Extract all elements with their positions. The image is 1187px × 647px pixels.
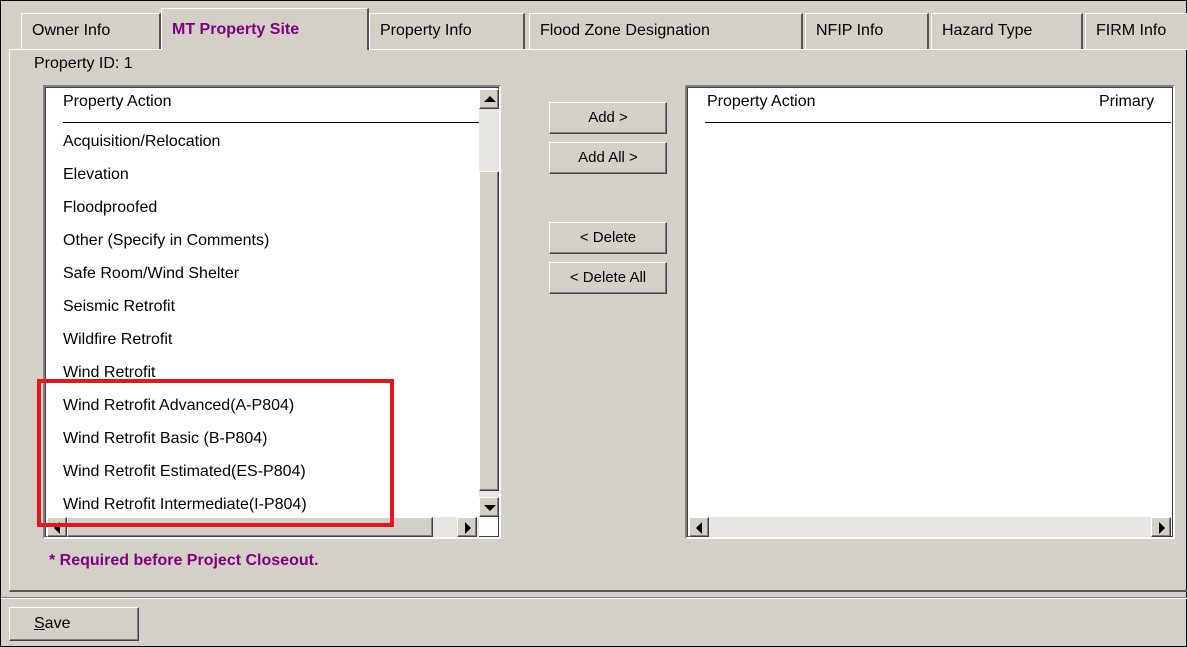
- list-item[interactable]: Wind Retrofit Intermediate(I-P804): [63, 496, 307, 514]
- list-item[interactable]: Wildfire Retrofit: [63, 331, 172, 349]
- triangle-down-icon: [484, 505, 496, 511]
- list-item[interactable]: Wind Retrofit Advanced(A-P804): [63, 397, 294, 415]
- property-id-label: Property ID: 1: [34, 55, 133, 72]
- delete-all-button[interactable]: < Delete All: [549, 262, 667, 294]
- save-mnemonic: S: [34, 615, 45, 632]
- list-item[interactable]: Safe Room/Wind Shelter: [63, 265, 239, 283]
- scroll-thumb[interactable]: [479, 171, 499, 491]
- tab-property-info[interactable]: Property Info: [369, 13, 525, 49]
- selected-list-header-action: Property Action: [707, 93, 816, 110]
- tab-nfip-info[interactable]: NFIP Info: [805, 13, 929, 49]
- list-item[interactable]: Acquisition/Relocation: [63, 133, 220, 151]
- selected-list-hscrollbar[interactable]: [689, 517, 1171, 537]
- list-item[interactable]: Elevation: [63, 166, 129, 184]
- save-label-rest: ave: [44, 615, 71, 632]
- property-site-window: Owner Info MT Property Site Property Inf…: [0, 0, 1187, 647]
- list-item[interactable]: Floodproofed: [63, 199, 157, 217]
- scroll-right-button[interactable]: [1151, 517, 1171, 537]
- scroll-left-button[interactable]: [47, 517, 67, 537]
- triangle-left-icon: [696, 522, 702, 534]
- tab-owner-info[interactable]: Owner Info: [21, 13, 161, 49]
- header-divider: [705, 122, 1171, 123]
- scroll-down-button[interactable]: [479, 497, 499, 517]
- list-item[interactable]: Wind Retrofit: [63, 364, 155, 382]
- list-item[interactable]: Seismic Retrofit: [63, 298, 175, 316]
- tab-flood-zone-designation[interactable]: Flood Zone Designation: [529, 13, 803, 49]
- list-item[interactable]: Other (Specify in Comments): [63, 232, 269, 250]
- scroll-left-button[interactable]: [689, 517, 709, 537]
- save-button[interactable]: Save: [9, 607, 139, 641]
- footer-divider: [1, 597, 1187, 599]
- tab-firm-info[interactable]: FIRM Info: [1085, 13, 1187, 49]
- scroll-right-button[interactable]: [457, 517, 477, 537]
- available-list-vscrollbar[interactable]: [479, 89, 499, 517]
- triangle-right-icon: [465, 522, 471, 534]
- required-note: * Required before Project Closeout.: [49, 552, 319, 569]
- triangle-up-icon: [484, 96, 496, 102]
- available-list-header: Property Action: [63, 93, 172, 110]
- scroll-up-button[interactable]: [479, 89, 499, 109]
- triangle-left-icon: [54, 522, 60, 534]
- hscroll-thumb[interactable]: [67, 517, 433, 537]
- header-divider: [63, 122, 493, 123]
- available-actions-list[interactable]: Property Action Acquisition/Relocation E…: [43, 85, 501, 539]
- add-button[interactable]: Add >: [549, 102, 667, 134]
- add-all-button[interactable]: Add All >: [549, 142, 667, 174]
- available-list-hscrollbar[interactable]: [47, 517, 479, 537]
- tab-mt-property-site[interactable]: MT Property Site: [161, 8, 369, 50]
- selected-actions-list[interactable]: Property Action Primary: [685, 85, 1175, 539]
- tab-hazard-type[interactable]: Hazard Type: [931, 13, 1083, 49]
- list-item[interactable]: Wind Retrofit Basic (B-P804): [63, 430, 268, 448]
- list-item[interactable]: Wind Retrofit Estimated(ES-P804): [63, 463, 306, 481]
- selected-list-header-primary: Primary: [1099, 93, 1155, 110]
- triangle-right-icon: [1159, 522, 1165, 534]
- delete-button[interactable]: < Delete: [549, 222, 667, 254]
